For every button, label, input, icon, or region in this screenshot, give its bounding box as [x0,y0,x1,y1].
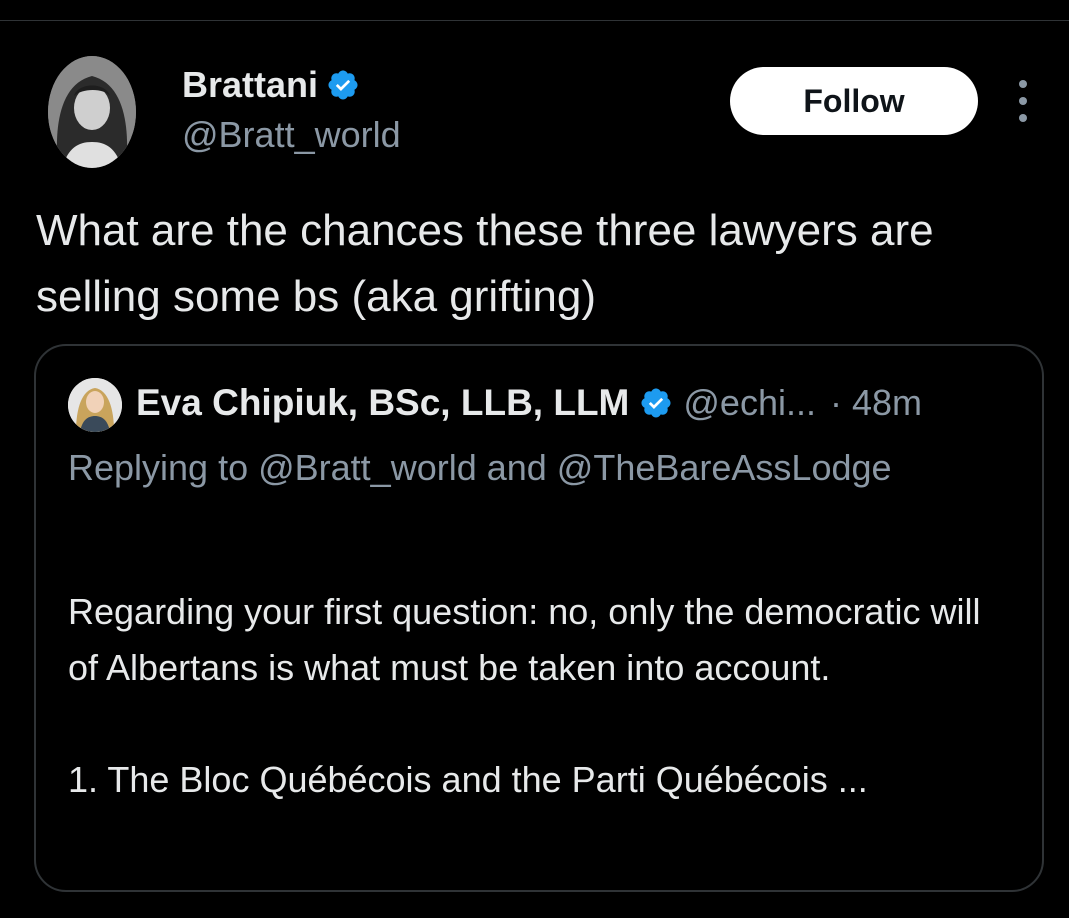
top-divider [0,20,1069,21]
quoted-tweet-paragraph: 1. The Bloc Québécois and the Parti Québ… [68,759,868,800]
separator-dot: · [829,382,842,423]
quoted-tweet-header: Eva Chipiuk, BSc, LLB, LLM @echi... · 48… [136,380,922,426]
author-name-row: Brattani [182,62,360,108]
follow-button[interactable]: Follow [730,67,978,135]
more-dot-icon [1019,80,1027,88]
quoted-author-name[interactable]: Eva Chipiuk, BSc, LLB, LLM [136,382,629,424]
author-display-name[interactable]: Brattani [182,62,318,108]
verified-badge-icon [328,70,358,100]
quoted-author-avatar[interactable] [68,378,122,432]
replying-to-text: Replying to @Bratt_world and @TheBareAss… [68,447,892,488]
quoted-tweet-paragraph: Regarding your first question: no, only … [68,591,981,688]
quoted-tweet-timestamp[interactable]: 48m [852,382,922,424]
more-dot-icon [1019,114,1027,122]
tweet-text: What are the chances these three lawyers… [36,206,934,321]
verified-badge-icon [641,388,671,418]
quoted-tweet-body: Regarding your first question: no, only … [68,584,1018,808]
more-options-icon[interactable] [1012,80,1034,122]
quoted-author-handle[interactable]: @echi... [683,382,816,424]
more-dot-icon [1019,97,1027,105]
author-avatar[interactable] [48,56,136,168]
author-handle[interactable]: @Bratt_world [182,112,401,158]
